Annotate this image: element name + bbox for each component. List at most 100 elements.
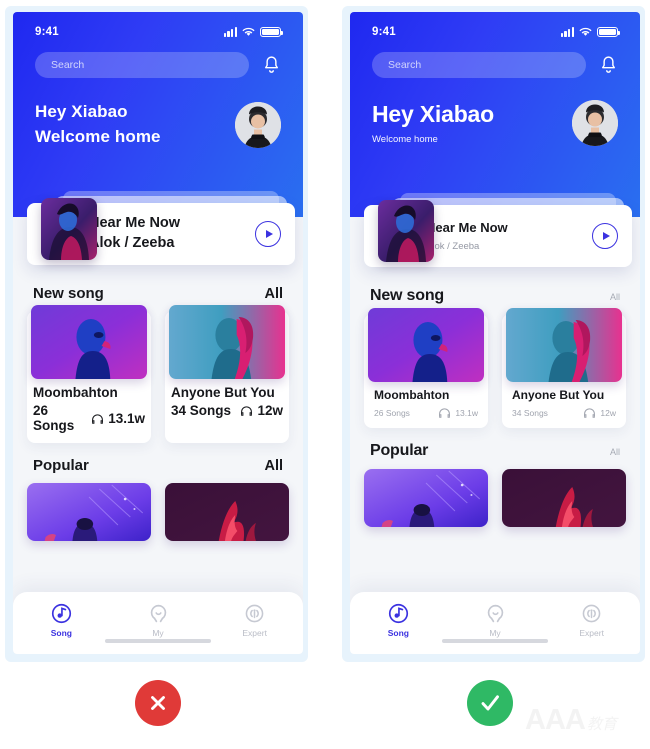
headphones-icon [92, 413, 104, 424]
now-playing-meta: Hear Me Now Alok / Zeeba [79, 214, 255, 253]
signal-bars-icon [223, 27, 237, 38]
search-input[interactable]: Search [372, 52, 586, 78]
popular-card[interactable] [502, 469, 626, 527]
song-card-meta: 26 Songs 13.1w [374, 407, 478, 418]
signal-bars-icon [560, 27, 574, 38]
search-row: Search [350, 38, 640, 78]
song-card-plays: 12w [583, 407, 616, 418]
song-card-plays-value: 13.1w [108, 410, 145, 426]
music-note-circle-icon [51, 603, 71, 624]
now-playing-card[interactable]: Hear Me Now Alok / Zeeba [27, 198, 295, 265]
song-card-art [169, 305, 285, 379]
tab-song-label: Song [387, 628, 409, 638]
song-card-count: 26 Songs [374, 407, 410, 418]
status-icons [223, 26, 284, 38]
watermark: AAA 教育 [525, 706, 617, 735]
status-time: 9:41 [372, 26, 396, 38]
section-title: New song [33, 285, 104, 302]
tab-my-label: My [152, 628, 164, 638]
song-card-meta: 34 Songs 12w [171, 403, 283, 418]
greeting-subtitle: Welcome home [372, 133, 438, 145]
battery-full-icon [597, 26, 621, 38]
song-card-plays: 12w [240, 403, 283, 418]
section-all-link[interactable]: All [610, 447, 620, 457]
badge-correct [467, 680, 513, 726]
song-card-meta: 34 Songs 12w [512, 407, 616, 418]
popular-cards [27, 483, 289, 541]
section-header-popular: Popular All [364, 428, 626, 469]
greeting-subtitle: Welcome home [35, 126, 161, 146]
tab-expert[interactable]: Expert [543, 603, 640, 638]
section-all-link[interactable]: All [610, 292, 620, 302]
home-indicator [105, 639, 211, 643]
bottom-tab-bar: Song My Expert [350, 592, 640, 654]
song-card[interactable]: Moombahton 26 Songs 13.1w [364, 308, 488, 428]
greeting-block: Hey Xiabao Welcome home [350, 78, 640, 146]
tab-my[interactable]: My [110, 603, 207, 638]
status-bar: 9:41 [13, 12, 303, 38]
section-title: New song [370, 287, 444, 304]
song-card-plays-value: 12w [257, 403, 283, 418]
song-card[interactable]: Moombahton 26 Songs 13.1w [27, 305, 151, 443]
phone-frame-good: 9:41 Search Hey Xiabao Welcome home Hear… [342, 6, 645, 662]
album-art [378, 200, 434, 262]
tab-expert-label: Expert [242, 628, 267, 638]
song-card[interactable]: Anyone But You 34 Songs 12w [502, 308, 626, 428]
popular-card[interactable] [165, 483, 289, 541]
tab-song[interactable]: Song [350, 603, 447, 638]
content-body: New song All Moombahton 26 Songs 13.1w A… [13, 271, 303, 541]
avatar[interactable] [572, 100, 618, 146]
song-card-art [368, 308, 484, 382]
bottom-tab-bar: Song My Expert [13, 592, 303, 654]
phone-screen-good: 9:41 Search Hey Xiabao Welcome home Hear… [350, 12, 640, 654]
section-title: Popular [33, 457, 89, 474]
song-card-count: 26 Songs [33, 403, 75, 433]
tab-my-label: My [489, 628, 501, 638]
song-card-body: Moombahton 26 Songs 13.1w [364, 386, 488, 418]
now-playing-card[interactable]: Hear Me Now Alok / Zeeba [364, 200, 632, 267]
battery-full-icon [260, 26, 284, 38]
search-input[interactable]: Search [35, 52, 249, 78]
popular-card[interactable] [364, 469, 488, 527]
phone-frame-bad: 9:41 Search Hey Xiabao Welcome home Hear… [5, 6, 308, 662]
status-bar: 9:41 [350, 12, 640, 38]
status-time: 9:41 [35, 26, 59, 38]
play-circle-icon[interactable] [592, 223, 618, 249]
new-song-cards: Moombahton 26 Songs 13.1w Anyone But You… [27, 305, 289, 443]
greeting-text: Hey Xiabao Welcome home [372, 101, 494, 145]
phone-screen-bad: 9:41 Search Hey Xiabao Welcome home Hear… [13, 12, 303, 654]
song-card-body: Anyone But You 34 Songs 12w [165, 383, 289, 418]
greeting-title: Hey Xiabao [35, 102, 128, 121]
bell-icon[interactable] [599, 55, 618, 76]
song-card-plays-value: 13.1w [455, 407, 478, 418]
song-card-count: 34 Songs [171, 403, 232, 418]
search-row: Search [13, 38, 303, 78]
section-all-link[interactable]: All [264, 286, 283, 302]
hero-header: 9:41 Search Hey Xiabao Welcome home [13, 12, 303, 217]
headphones-icon [584, 408, 596, 418]
song-card-body: Anyone But You 34 Songs 12w [502, 386, 626, 418]
comparison-stage: 9:41 Search Hey Xiabao Welcome home Hear… [0, 0, 650, 749]
song-card-art [31, 305, 147, 379]
tab-my[interactable]: My [447, 603, 544, 638]
person-circle-icon [150, 604, 166, 623]
popular-card[interactable] [27, 483, 151, 541]
avatar[interactable] [235, 101, 281, 148]
popular-cards [364, 469, 626, 527]
now-playing-title: Hear Me Now [89, 215, 181, 232]
close-icon [151, 696, 165, 710]
badge-incorrect [135, 680, 181, 726]
watermark-cn: 教育 [586, 716, 617, 733]
now-playing-artist: Alok / Zeeba [426, 240, 480, 252]
song-card[interactable]: Anyone But You 34 Songs 12w [165, 305, 289, 443]
section-all-link[interactable]: All [264, 458, 283, 474]
album-art [41, 198, 97, 260]
song-card-plays: 13.1w [438, 407, 478, 418]
play-circle-icon[interactable] [255, 221, 281, 247]
section-title: Popular [370, 442, 429, 459]
home-indicator [442, 639, 548, 643]
tab-expert[interactable]: Expert [206, 603, 303, 638]
tab-song[interactable]: Song [13, 603, 110, 638]
song-card-title: Anyone But You [512, 388, 605, 402]
bell-icon[interactable] [262, 55, 281, 76]
